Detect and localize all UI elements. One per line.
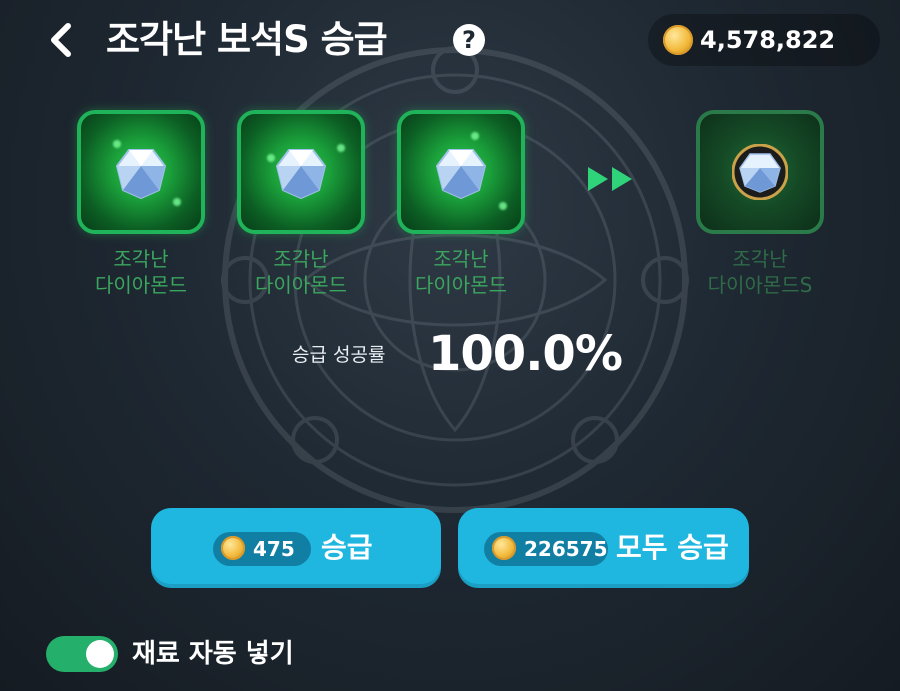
upgrade-all-button-label: 모두 승급 xyxy=(616,531,729,564)
page-title: 조각난 보석S 승급 xyxy=(106,18,388,61)
material-slot-2[interactable] xyxy=(237,110,365,234)
gold-coin-icon xyxy=(663,25,693,55)
toggle-knob xyxy=(86,640,114,668)
diamond-gem-icon xyxy=(115,149,167,200)
material-slot-3[interactable] xyxy=(397,110,525,234)
material-label-2: 조각난 다이아몬드 xyxy=(255,247,347,297)
upgrade-all-cost-pill: 226575 xyxy=(484,532,608,566)
upgrade-cost-pill: 475 xyxy=(213,532,311,566)
success-rate-label: 승급 성공률 xyxy=(292,344,386,366)
success-rate-value: 100.0% xyxy=(428,326,623,382)
result-slot xyxy=(696,110,824,234)
gold-coin-icon xyxy=(221,536,245,560)
auto-fill-label: 재료 자동 넣기 xyxy=(132,639,294,669)
upgrade-cost: 475 xyxy=(253,537,295,561)
double-arrow-icon xyxy=(588,167,632,191)
material-label-3: 조각난 다이아몬드 xyxy=(415,247,507,297)
diamond-gem-s-icon xyxy=(732,144,788,200)
upgrade-button-label: 승급 xyxy=(321,531,373,564)
result-label: 조각난 다이아몬드S xyxy=(707,247,813,297)
gold-amount: 4,578,822 xyxy=(700,26,836,54)
material-slot-1[interactable] xyxy=(77,110,205,234)
back-arrow-icon[interactable] xyxy=(40,18,84,62)
material-label-1: 조각난 다이아몬드 xyxy=(95,247,187,297)
diamond-gem-icon xyxy=(435,149,487,200)
upgrade-all-cost: 226575 xyxy=(524,537,608,561)
upgrade-button[interactable]: 475 승급 xyxy=(151,508,441,588)
help-icon[interactable]: ? xyxy=(453,24,485,56)
diamond-gem-icon xyxy=(275,149,327,200)
auto-fill-toggle[interactable] xyxy=(46,636,118,672)
upgrade-all-button[interactable]: 226575 모두 승급 xyxy=(458,508,749,588)
gold-coin-icon xyxy=(492,536,516,560)
